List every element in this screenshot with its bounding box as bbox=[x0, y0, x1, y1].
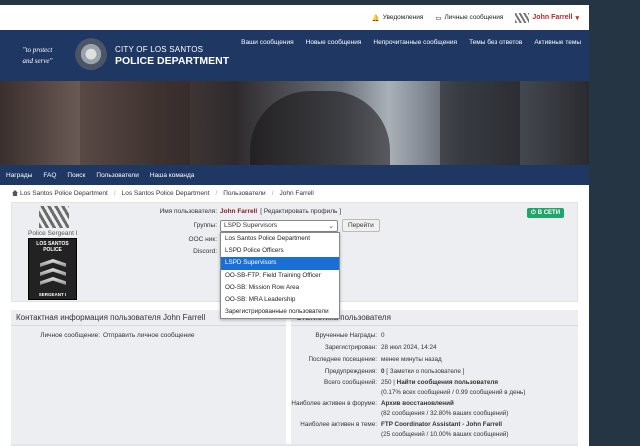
nav-unanswered-topics[interactable]: Темы без ответов bbox=[469, 39, 522, 46]
send-pm-link[interactable]: Отправить личное сообщение bbox=[103, 332, 194, 339]
groups-option-selected[interactable]: LSPD Supervisors bbox=[221, 257, 339, 270]
breadcrumb: Los Santos Police Department / Los Santo… bbox=[0, 185, 589, 197]
inbox-icon: ▭ bbox=[435, 14, 442, 22]
browser-page: 🔔 Уведомления ▭ Личные сообщения John Fa… bbox=[0, 5, 589, 446]
user-notes-link[interactable]: [ Заметки о пользователе ] bbox=[386, 368, 464, 375]
site-header: "to protect and serve" CITY OF LOS SANTO… bbox=[0, 30, 589, 81]
groups-option[interactable]: OO-SB-FTP: Field Training Officer bbox=[221, 270, 339, 282]
nav-new-posts[interactable]: Новые сообщения bbox=[306, 39, 362, 46]
chevron-icon bbox=[40, 259, 66, 267]
power-icon: ⏻ bbox=[530, 209, 536, 216]
goto-button[interactable]: Перейти bbox=[342, 219, 380, 232]
subnav-team[interactable]: Наша команда bbox=[150, 172, 195, 179]
stat-row: Наиболее активен в форуме: Архив восстан… bbox=[291, 400, 509, 417]
breadcrumb-item[interactable]: Пользователи bbox=[223, 190, 265, 197]
messages-link[interactable]: ▭ Личные сообщения bbox=[435, 14, 503, 22]
breadcrumb-item[interactable]: Los Santos Police Department bbox=[12, 190, 108, 197]
site-logo-text[interactable]: CITY OF LOS SANTOS POLICE DEPARTMENT bbox=[115, 45, 229, 67]
nav-your-posts[interactable]: Ваши сообщения bbox=[241, 39, 294, 46]
stat-row: Последнее посещение: менее минуты назад bbox=[308, 356, 442, 363]
top-bar: 🔔 Уведомления ▭ Личные сообщения John Fa… bbox=[0, 5, 589, 30]
stat-row: Всего сообщений: 250 | Найти сообщения п… bbox=[324, 379, 526, 396]
find-posts-link[interactable]: Найти сообщения пользователя bbox=[397, 379, 498, 386]
rank-image: LOS SANTOS POLICE SERGEANT I bbox=[28, 238, 77, 300]
sub-nav: Награды FAQ Поиск Пользователи Наша кома… bbox=[0, 165, 589, 185]
nav-active-topics[interactable]: Активные темы bbox=[534, 39, 581, 46]
stat-row: Наиболее активен в теме: FTP Coordinator… bbox=[300, 421, 509, 438]
avatar bbox=[39, 206, 69, 228]
nav-unread-posts[interactable]: Непрочитанные сообщения bbox=[373, 39, 457, 46]
contact-panel: Контактная информация пользователя John … bbox=[11, 310, 286, 446]
home-icon bbox=[12, 190, 18, 196]
most-active-topic-link[interactable]: FTP Coordinator Assistant - John Farrell bbox=[381, 421, 502, 428]
profile-username: John Farrell bbox=[220, 208, 258, 215]
bell-icon: 🔔 bbox=[371, 14, 380, 22]
main-nav: Ваши сообщения Новые сообщения Непрочита… bbox=[241, 39, 581, 46]
subnav-awards[interactable]: Награды bbox=[6, 172, 32, 179]
online-status-badge: ⏻ В СЕТИ bbox=[526, 208, 564, 218]
breadcrumb-item[interactable]: John Farrell bbox=[280, 190, 314, 197]
header-banner-image bbox=[0, 81, 589, 165]
groups-option[interactable]: OO-SB: Mission Row Area bbox=[221, 282, 339, 294]
edit-profile-link[interactable]: [ Редактировать профиль ] bbox=[260, 208, 341, 215]
groups-option[interactable]: OO-SB: MRA Leadership bbox=[221, 294, 339, 306]
stat-row: Зарегистрирован: 28 июл 2024, 14:24 bbox=[324, 344, 437, 351]
groups-option[interactable]: Los Santos Police Department bbox=[221, 233, 339, 245]
subnav-search[interactable]: Поиск bbox=[67, 172, 85, 179]
stats-panel: Статистика пользователя Врученные Наград… bbox=[291, 310, 578, 446]
subnav-users[interactable]: Пользователи bbox=[96, 172, 138, 179]
caret-down-icon: ▾ bbox=[575, 14, 579, 22]
breadcrumb-item[interactable]: Los Santos Police Department bbox=[122, 190, 210, 197]
chevron-down-icon: ⌄ bbox=[328, 222, 334, 230]
chevron-icon bbox=[40, 268, 66, 276]
user-menu[interactable]: John Farrell ▾ bbox=[515, 12, 579, 23]
user-avatar-icon bbox=[515, 12, 530, 23]
groups-dropdown-list: Los Santos Police Department LSPD Police… bbox=[220, 232, 340, 320]
rank-title: Police Sergeant I bbox=[28, 230, 78, 237]
police-badge-icon bbox=[75, 36, 107, 75]
groups-option[interactable]: Зарегистрированные пользователи bbox=[221, 306, 339, 318]
notifications-link[interactable]: 🔔 Уведомления bbox=[372, 14, 424, 22]
groups-option[interactable]: LSPD Police Officers bbox=[221, 245, 339, 257]
stat-row: Врученные Награды: 0 bbox=[315, 332, 385, 339]
subnav-faq[interactable]: FAQ bbox=[43, 172, 56, 179]
groups-select[interactable]: LSPD Supervisors ⌄ bbox=[220, 219, 338, 232]
stat-row: Предупреждения: 0 [ Заметки о пользовате… bbox=[324, 368, 465, 375]
motto: "to protect and serve" bbox=[22, 45, 53, 65]
most-active-forum-link[interactable]: Архив восстановлений bbox=[381, 400, 454, 407]
chevron-icon bbox=[40, 277, 66, 285]
